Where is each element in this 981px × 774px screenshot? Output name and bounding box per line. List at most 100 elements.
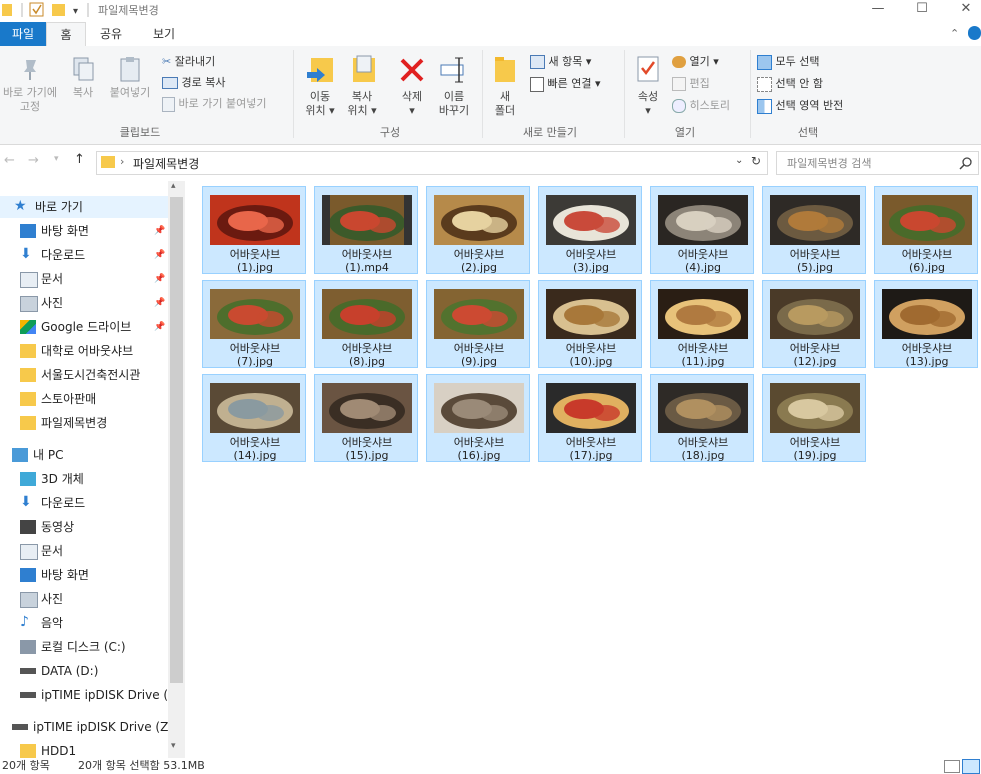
file-tile[interactable]: 어바웃샤브 (2).jpg: [426, 186, 530, 274]
file-name-line1: 어바웃샤브: [341, 248, 393, 261]
file-tile[interactable]: 어바웃샤브 (16).jpg: [426, 374, 530, 462]
file-tile[interactable]: 어바웃샤브 (17).jpg: [538, 374, 642, 462]
nav-item-2[interactable]: 문서 📌: [0, 268, 168, 290]
nav-scroll-thumb[interactable]: [170, 197, 183, 683]
easy-access-button[interactable]: 빠른 연결 ▾: [530, 74, 601, 94]
file-tile[interactable]: 어바웃샤브 (13).jpg: [874, 280, 978, 368]
recent-locations-icon[interactable]: ▾: [54, 154, 59, 164]
select-none-button[interactable]: 선택 안 함: [757, 74, 823, 94]
file-tile[interactable]: 어바웃샤브 (14).jpg: [202, 374, 306, 462]
copy-path-button[interactable]: 경로 복사: [162, 73, 225, 93]
breadcrumb-current[interactable]: 파일제목변경: [133, 155, 199, 172]
nav-pc-item-5[interactable]: 사진: [0, 588, 168, 610]
history-button[interactable]: 히스토리: [672, 96, 730, 116]
address-bar[interactable]: › 파일제목변경 ⌄ ↻: [96, 151, 768, 175]
nav-item-6[interactable]: 서울도시건축전시관: [0, 364, 168, 386]
file-tile[interactable]: 어바웃샤브 (1).mp4: [314, 186, 418, 274]
file-tile[interactable]: 어바웃샤브 (7).jpg: [202, 280, 306, 368]
nav-pc-item-6[interactable]: ♪ 음악: [0, 612, 168, 634]
invert-selection-button[interactable]: 선택 영역 반전: [757, 96, 843, 116]
nav-item-5[interactable]: 대학로 어바웃샤브: [0, 340, 168, 362]
search-input[interactable]: 파일제목변경 검색: [776, 151, 979, 175]
nav-network-drive[interactable]: ipTIME ipDISK Drive (Z:): [0, 716, 177, 738]
nav-scrollbar[interactable]: ▴ ▾: [168, 181, 185, 758]
file-tile[interactable]: 어바웃샤브 (4).jpg: [650, 186, 754, 274]
nav-pc-item-7[interactable]: 로컬 디스크 (C:): [0, 636, 168, 658]
search-icon[interactable]: [959, 156, 973, 170]
up-arrow-icon[interactable]: ↑: [74, 152, 85, 167]
nav-pc-item-8[interactable]: DATA (D:): [0, 660, 168, 682]
new-folder-button[interactable]: 새 폴더: [488, 54, 522, 118]
cut-button[interactable]: ✂ 잘라내기: [162, 52, 215, 72]
edit-button[interactable]: 편집: [672, 74, 710, 94]
scroll-up-icon[interactable]: ▴: [171, 181, 176, 191]
file-name-line1: 어바웃샤브: [229, 436, 281, 449]
tab-share[interactable]: 공유: [90, 22, 132, 46]
ribbon-collapse-icon[interactable]: ⌃: [950, 27, 959, 40]
paste-shortcut-button[interactable]: 바로 가기 붙여넣기: [162, 94, 266, 114]
nav-item-7[interactable]: 스토아판매: [0, 388, 168, 410]
file-tile[interactable]: 어바웃샤브 (8).jpg: [314, 280, 418, 368]
nav-hdd[interactable]: HDD1: [0, 740, 168, 758]
copy-button[interactable]: 복사: [64, 56, 102, 100]
minimize-button[interactable]: —: [856, 0, 900, 18]
file-tile[interactable]: 어바웃샤브 (5).jpg: [762, 186, 866, 274]
tab-home[interactable]: 홈: [46, 22, 86, 48]
pin-quick-access-button[interactable]: 바로 가기에 고정: [0, 56, 60, 114]
nav-pc-item-2[interactable]: 동영상: [0, 516, 168, 538]
select-all-button[interactable]: 모두 선택: [757, 52, 819, 72]
move-to-button[interactable]: 이동 위치 ▾: [300, 54, 340, 118]
file-tile[interactable]: 어바웃샤브 (12).jpg: [762, 280, 866, 368]
tab-view[interactable]: 보기: [142, 22, 186, 46]
refresh-icon[interactable]: ↻: [751, 154, 761, 168]
file-tile[interactable]: 어바웃샤브 (11).jpg: [650, 280, 754, 368]
pin-icon[interactable]: 📌: [154, 244, 165, 266]
nav-item-4[interactable]: Google 드라이브 📌: [0, 316, 168, 338]
pin-icon[interactable]: 📌: [154, 316, 165, 338]
delete-button[interactable]: 삭제 ▾: [392, 54, 432, 118]
file-tile[interactable]: 어바웃샤브 (9).jpg: [426, 280, 530, 368]
pin-icon[interactable]: 📌: [154, 220, 165, 242]
file-tile[interactable]: 어바웃샤브 (19).jpg: [762, 374, 866, 462]
nav-pc-item-3[interactable]: 문서: [0, 540, 168, 562]
nav-pc-item-1[interactable]: ⬇ 다운로드: [0, 492, 168, 514]
ribbon-divider: [624, 50, 625, 138]
file-tile[interactable]: 어바웃샤브 (3).jpg: [538, 186, 642, 274]
nav-item-8[interactable]: 파일제목변경: [0, 412, 168, 434]
open-button[interactable]: 열기 ▾: [672, 52, 719, 72]
address-dropdown-icon[interactable]: ⌄: [735, 155, 743, 166]
nav-item-3[interactable]: 사진 📌: [0, 292, 168, 314]
nav-this-pc[interactable]: 내 PC: [0, 444, 168, 466]
nav-item-0[interactable]: 바탕 화면 📌: [0, 220, 168, 242]
tab-file[interactable]: 파일: [0, 22, 46, 46]
pin-icon[interactable]: 📌: [154, 268, 165, 290]
properties-button[interactable]: 속성 ▾: [630, 54, 666, 118]
maximize-button[interactable]: ☐: [900, 0, 944, 18]
large-icons-view-icon[interactable]: [962, 759, 980, 774]
file-tile[interactable]: 어바웃샤브 (18).jpg: [650, 374, 754, 462]
nav-quick-access[interactable]: ★ 바로 가기: [0, 196, 168, 218]
details-view-icon[interactable]: [944, 760, 960, 773]
item-count: 20개 항목: [2, 759, 50, 772]
nav-pc-item-9[interactable]: ipTIME ipDISK Drive (Z:: [0, 684, 180, 706]
help-icon[interactable]: [968, 26, 981, 40]
back-arrow-icon[interactable]: ←: [4, 153, 15, 168]
copy-to-button[interactable]: 복사 위치 ▾: [342, 54, 382, 118]
file-tile[interactable]: 어바웃샤브 (6).jpg: [874, 186, 978, 274]
quick-access-toolbar[interactable]: ▾: [0, 1, 90, 17]
close-button[interactable]: ✕: [944, 0, 981, 18]
paste-button[interactable]: 붙여넣기: [104, 56, 156, 100]
file-tile[interactable]: 어바웃샤브 (15).jpg: [314, 374, 418, 462]
nav-pc-item-0[interactable]: 3D 개체: [0, 468, 168, 490]
new-item-button[interactable]: 새 항목 ▾: [530, 52, 591, 72]
move-to-label-2: 위치 ▾: [305, 104, 335, 117]
nav-pc-item-4[interactable]: 바탕 화면: [0, 564, 168, 586]
file-tile[interactable]: 어바웃샤브 (10).jpg: [538, 280, 642, 368]
rename-button[interactable]: 이름 바꾸기: [434, 54, 474, 118]
forward-arrow-icon[interactable]: →: [28, 153, 39, 168]
file-tile[interactable]: 어바웃샤브 (1).jpg: [202, 186, 306, 274]
folder-icon: [20, 368, 36, 382]
nav-item-1[interactable]: ⬇ 다운로드 📌: [0, 244, 168, 266]
scroll-down-icon[interactable]: ▾: [171, 741, 176, 751]
pin-icon[interactable]: 📌: [154, 292, 165, 314]
